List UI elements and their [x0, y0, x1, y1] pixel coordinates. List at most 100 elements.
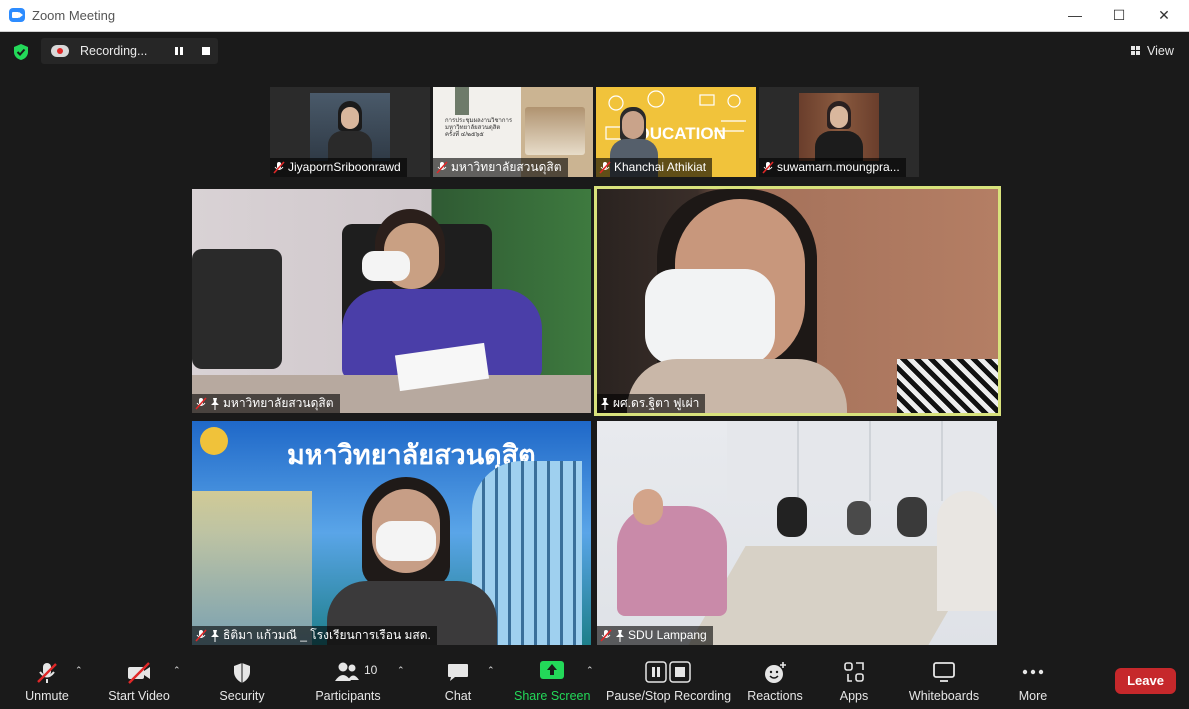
face-mask — [362, 251, 410, 281]
chat-options-caret-icon[interactable]: ⌃ — [487, 665, 495, 676]
video-tile-sdu-lampang[interactable]: SDU Lampang — [597, 421, 997, 645]
apps-icon — [844, 662, 864, 682]
video-frame — [597, 189, 998, 413]
muted-microphone-icon — [37, 663, 57, 683]
start-video-button[interactable]: Start Video — [106, 655, 172, 709]
pause-stop-recording-button[interactable]: Pause/Stop Recording — [606, 655, 732, 709]
share-options-caret-icon[interactable]: ⌃ — [586, 665, 594, 676]
muted-mic-icon — [195, 397, 207, 410]
whiteboards-label: Whiteboards — [908, 689, 980, 703]
whiteboard-icon — [933, 662, 955, 682]
slide-line-2: มหาวิทยาลัยสวนดุสิต — [445, 125, 501, 131]
zoom-app-icon — [9, 8, 25, 22]
pin-icon — [211, 629, 219, 642]
audio-options-caret-icon[interactable]: ⌃ — [75, 665, 83, 676]
participant-name: Khanchai Athikiat — [614, 160, 707, 174]
share-screen-arrow-icon — [540, 661, 564, 679]
meeting-toolbar: Unmute ⌃ Start Video ⌃ Security 10 Parti… — [0, 655, 1189, 709]
view-label: View — [1147, 44, 1174, 58]
view-button[interactable]: View — [1124, 40, 1180, 62]
whiteboards-button[interactable]: Whiteboards — [904, 655, 984, 709]
participant-name: JiyapornSriboonrawd — [288, 160, 401, 174]
participant-nameplate: ธิติมา แก้วมณี _ โรงเรียนการเรือน มสด. — [192, 626, 437, 645]
slide-line-3: ครั้งที่ ๔/๒๕๖๕ — [445, 132, 484, 138]
participant-nameplate: มหาวิทยาลัยสวนดุสิต — [192, 394, 340, 413]
security-shield-icon — [234, 663, 250, 683]
participant-nameplate: Khanchai Athikiat — [596, 158, 713, 177]
slide-line-1: การประชุมผลงานวิชาการ — [445, 118, 513, 124]
smiley-reactions-icon — [765, 662, 786, 683]
security-label: Security — [219, 689, 265, 703]
chat-label: Chat — [444, 689, 472, 703]
participant-nameplate: JiyapornSriboonrawd — [270, 158, 407, 177]
recording-label: Recording... — [80, 44, 148, 58]
video-tile-sdu-meeting-room[interactable]: มหาวิทยาลัยสวนดุสิต — [192, 189, 591, 413]
video-options-caret-icon[interactable]: ⌃ — [173, 665, 181, 676]
participant-nameplate: มหาวิทยาลัยสวนดุสิต — [433, 158, 568, 177]
participant-name: ผศ.ดร.ฐิตา ฟูเผ่า — [613, 396, 700, 410]
face-mask — [645, 269, 775, 365]
participants-options-caret-icon[interactable]: ⌃ — [397, 665, 405, 676]
participant-name: SDU Lampang — [628, 628, 707, 642]
pin-icon — [211, 397, 219, 410]
pause-recording-icon[interactable] — [175, 47, 183, 55]
close-window-button[interactable]: ✕ — [1154, 5, 1174, 25]
share-screen-button[interactable]: Share Screen — [514, 655, 590, 709]
stop-recording-icon[interactable] — [202, 47, 210, 55]
window-title: Zoom Meeting — [32, 8, 116, 23]
recording-indicator: Recording... — [41, 38, 218, 64]
video-frame — [799, 93, 879, 161]
video-off-icon — [128, 662, 150, 684]
apps-label: Apps — [839, 689, 869, 703]
participant-name: มหาวิทยาลัยสวนดุสิต — [451, 160, 562, 174]
more-button[interactable]: More — [1013, 655, 1053, 709]
face-mask — [376, 521, 436, 561]
muted-mic-icon — [273, 161, 285, 174]
more-dots-icon — [1022, 669, 1044, 675]
chat-bubble-icon — [448, 664, 468, 681]
reactions-label: Reactions — [747, 689, 803, 703]
window-titlebar: Zoom Meeting — ☐ ✕ — [0, 0, 1189, 32]
grid-view-icon — [1131, 46, 1141, 55]
leave-button[interactable]: Leave — [1115, 668, 1176, 694]
video-frame — [310, 93, 390, 161]
video-tile-thitima[interactable]: มหาวิทยาลัยสวนดุสิต ธิติมา แก้วมณี _ โรง… — [192, 421, 591, 645]
muted-mic-icon — [436, 161, 448, 174]
more-label: More — [1018, 689, 1048, 703]
pin-icon — [601, 397, 609, 410]
pin-icon — [616, 629, 624, 642]
thumbnail-video-sdu-slide[interactable]: การประชุมผลงานวิชาการ มหาวิทยาลัยสวนดุสิ… — [433, 87, 593, 177]
pause-stop-recording-label: Pause/Stop Recording — [606, 689, 732, 703]
minimize-button[interactable]: — — [1065, 5, 1085, 25]
muted-mic-icon — [599, 161, 611, 174]
thumbnail-video-jiyaporn[interactable]: JiyapornSriboonrawd — [270, 87, 430, 177]
muted-mic-icon — [762, 161, 774, 174]
unmute-button[interactable]: Unmute — [18, 655, 76, 709]
university-logo-icon — [200, 427, 228, 455]
pause-stop-icon — [645, 661, 691, 683]
participants-icon — [335, 662, 359, 681]
video-tile-active-speaker[interactable]: ผศ.ดร.ฐิตา ฟูเผ่า — [594, 186, 1001, 416]
reactions-button[interactable]: Reactions — [746, 655, 804, 709]
apps-button[interactable]: Apps — [834, 655, 874, 709]
thumbnail-video-khanchai[interactable]: EDUCATION Khanchai Athikiat — [596, 87, 756, 177]
share-screen-label: Share Screen — [514, 689, 591, 703]
participants-label: Participants — [315, 689, 381, 703]
participant-name: มหาวิทยาลัยสวนดุสิต — [223, 396, 334, 410]
unmute-label: Unmute — [25, 689, 69, 703]
participant-nameplate: suwamarn.moungpra... — [759, 158, 906, 177]
participants-button[interactable]: 10 Participants — [314, 655, 382, 709]
chat-button[interactable]: Chat — [438, 655, 478, 709]
security-button[interactable]: Security — [216, 655, 268, 709]
participant-nameplate: ผศ.ดร.ฐิตา ฟูเผ่า — [597, 394, 706, 413]
participants-count: 10 — [364, 663, 378, 677]
participant-nameplate: SDU Lampang — [597, 626, 713, 645]
thumbnail-video-suwamarn[interactable]: suwamarn.moungpra... — [759, 87, 919, 177]
participant-name: ธิติมา แก้วมณี _ โรงเรียนการเรือน มสด. — [223, 628, 431, 642]
encryption-shield-icon[interactable] — [12, 43, 30, 61]
muted-mic-icon — [195, 629, 207, 642]
muted-mic-icon — [600, 629, 612, 642]
start-video-label: Start Video — [108, 689, 170, 703]
maximize-button[interactable]: ☐ — [1109, 5, 1129, 25]
participant-name: suwamarn.moungpra... — [777, 160, 900, 174]
